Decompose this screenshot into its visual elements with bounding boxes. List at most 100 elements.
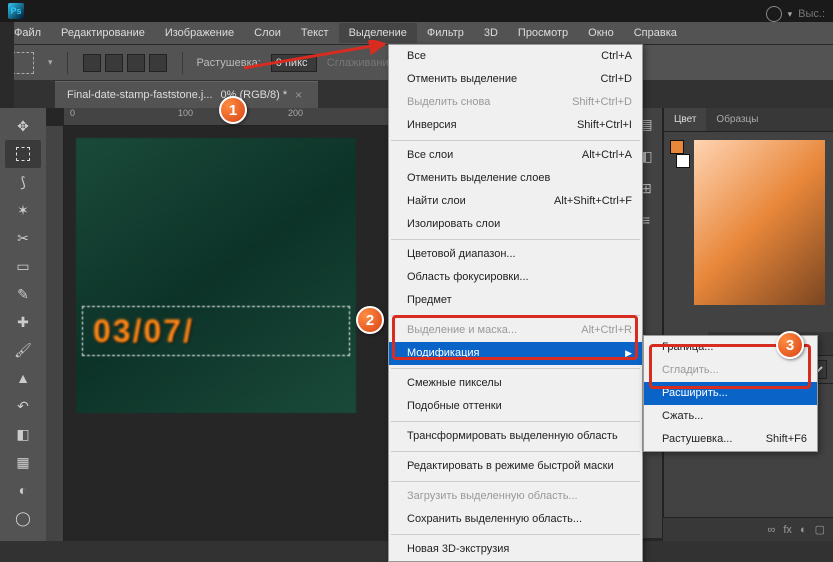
menu-item[interactable]: ВсеCtrl+A — [389, 45, 642, 68]
feather-input[interactable]: 0 пикс — [271, 54, 317, 72]
menu-item[interactable]: Смежные пикселы — [389, 372, 642, 395]
chevron-icon[interactable]: ▾ — [788, 9, 793, 20]
doc-name: Final-date-stamp-faststone.j... — [67, 89, 213, 101]
titlebar: Ps — [0, 0, 833, 22]
tick: 200 — [288, 108, 303, 118]
menu-separator — [391, 315, 640, 316]
document-tab[interactable]: Final-date-stamp-faststone.j... 0% (RGB/… — [55, 81, 318, 108]
menu-item[interactable]: Изолировать слои — [389, 213, 642, 236]
blur-tool[interactable]: ◐ — [5, 476, 41, 504]
menu-item[interactable]: Модификация▶ — [389, 342, 642, 365]
annotation-marker-3: 3 — [776, 331, 804, 359]
menu-separator — [391, 451, 640, 452]
layers-footer: ∞ fx ◐ ▢ — [663, 517, 833, 541]
fg-bg-swatch[interactable] — [670, 140, 690, 168]
crop-tool[interactable]: ✂ — [5, 224, 41, 252]
wand-tool[interactable]: ✶ — [5, 196, 41, 224]
menu-item[interactable]: Трансформировать выделенную область — [389, 425, 642, 448]
tick: 100 — [178, 108, 193, 118]
ruler-vertical — [46, 126, 64, 541]
folder-icon[interactable]: ▢ — [815, 523, 825, 536]
tab-swatches[interactable]: Образцы — [706, 108, 768, 131]
menu-item[interactable]: Все слоиAlt+Ctrl+A — [389, 144, 642, 167]
menu-item[interactable]: Выделение и маска...Alt+Ctrl+R — [389, 319, 642, 342]
frame-tool[interactable]: ▭ — [5, 252, 41, 280]
link-icon[interactable]: ∞ — [768, 524, 776, 536]
menu-item[interactable]: ИнверсияShift+Ctrl+I — [389, 114, 642, 137]
menu-image[interactable]: Изображение — [155, 23, 244, 43]
stamp-tool[interactable]: ▲ — [5, 364, 41, 392]
tools-panel: ✥ ⟆ ✶ ✂ ▭ ✎ ✚ 🖌 ▲ ↶ ◧ ▦ ◐ ◯ — [0, 108, 46, 541]
menu-window[interactable]: Окно — [578, 23, 624, 43]
menu-item[interactable]: Выделить сноваShift+Ctrl+D — [389, 91, 642, 114]
dodge-tool[interactable]: ◯ — [5, 504, 41, 532]
menu-item[interactable]: Предмет — [389, 289, 642, 312]
menubar: Файл Редактирование Изображение Слои Тек… — [0, 22, 833, 44]
feather-label: Растушевка: — [197, 57, 261, 69]
heal-tool[interactable]: ✚ — [5, 308, 41, 336]
menu-item[interactable]: Отменить выделениеCtrl+D — [389, 68, 642, 91]
menu-edit[interactable]: Редактирование — [51, 23, 155, 43]
gradient-tool[interactable]: ▦ — [5, 448, 41, 476]
menu-3d[interactable]: 3D — [474, 23, 508, 43]
tool-preset-chevron-icon[interactable]: ▾ — [48, 57, 53, 68]
submenu-item[interactable]: Сжать... — [644, 405, 817, 428]
menu-help[interactable]: Справка — [624, 23, 687, 43]
mask-icon[interactable]: ◐ — [800, 524, 807, 536]
mode-new[interactable] — [83, 54, 101, 72]
date-stamp-text: 03/07/ — [93, 313, 194, 350]
selection-mode-group — [82, 53, 168, 73]
menu-item[interactable]: Редактировать в режиме быстрой маски — [389, 455, 642, 478]
separator — [67, 52, 68, 74]
menu-select[interactable]: Выделение — [339, 23, 417, 43]
menu-item[interactable]: Найти слоиAlt+Shift+Ctrl+F — [389, 190, 642, 213]
color-panel-tabs: Цвет Образцы — [664, 108, 833, 132]
right-panels: Цвет Образцы Слои Каналы Контуры 🔍 Вид О… — [663, 108, 833, 541]
history-tool[interactable]: ↶ — [5, 392, 41, 420]
submenu-item[interactable]: Сгладить... — [644, 359, 817, 382]
color-panel — [664, 132, 833, 332]
app-logo: Ps — [8, 3, 24, 19]
mode-intersect[interactable] — [149, 54, 167, 72]
fx-icon[interactable]: fx — [783, 524, 792, 536]
move-tool[interactable]: ✥ — [5, 112, 41, 140]
mode-add[interactable] — [105, 54, 123, 72]
submenu-item[interactable]: Расширить... — [644, 382, 817, 405]
mode-subtract[interactable] — [127, 54, 145, 72]
close-icon[interactable]: × — [295, 88, 302, 102]
menu-item[interactable]: Сохранить выделенную область... — [389, 508, 642, 531]
menu-filter[interactable]: Фильтр — [417, 23, 474, 43]
menu-item[interactable]: Подобные оттенки — [389, 395, 642, 418]
separator — [182, 52, 183, 74]
fg-color[interactable] — [670, 140, 684, 154]
menu-separator — [391, 481, 640, 482]
tab-color[interactable]: Цвет — [664, 108, 706, 131]
menu-item[interactable]: Цветовой диапазон... — [389, 243, 642, 266]
menu-view[interactable]: Просмотр — [508, 23, 578, 43]
menu-item[interactable]: Новая 3D-экструзия — [389, 538, 642, 561]
menu-text[interactable]: Текст — [291, 23, 339, 43]
antialias-label: Сглаживание — [327, 57, 395, 69]
menu-separator — [391, 239, 640, 240]
brush-options: ▾ Выс.: — [766, 6, 825, 22]
tool-indicator-icon[interactable] — [12, 52, 34, 74]
menu-separator — [391, 140, 640, 141]
menu-item[interactable]: Загрузить выделенную область... — [389, 485, 642, 508]
document-canvas[interactable]: 03/07/ — [76, 138, 356, 413]
tick: 0 — [70, 108, 75, 118]
lasso-tool[interactable]: ⟆ — [5, 168, 41, 196]
hue-cube[interactable] — [694, 140, 825, 305]
eyedropper-tool[interactable]: ✎ — [5, 280, 41, 308]
submenu-item[interactable]: Растушевка...Shift+F6 — [644, 428, 817, 451]
eraser-tool[interactable]: ◧ — [5, 420, 41, 448]
marquee-tool[interactable] — [5, 140, 41, 168]
menu-item[interactable]: Отменить выделение слоев — [389, 167, 642, 190]
selection-marquee: 03/07/ — [82, 306, 350, 356]
bg-color[interactable] — [676, 154, 690, 168]
menu-item[interactable]: Область фокусировки... — [389, 266, 642, 289]
brush-preview-icon[interactable] — [766, 6, 782, 22]
select-menu-dropdown: ВсеCtrl+AОтменить выделениеCtrl+DВыделит… — [388, 44, 643, 562]
menu-separator — [391, 421, 640, 422]
brush-tool[interactable]: 🖌 — [5, 336, 41, 364]
menu-layers[interactable]: Слои — [244, 23, 291, 43]
